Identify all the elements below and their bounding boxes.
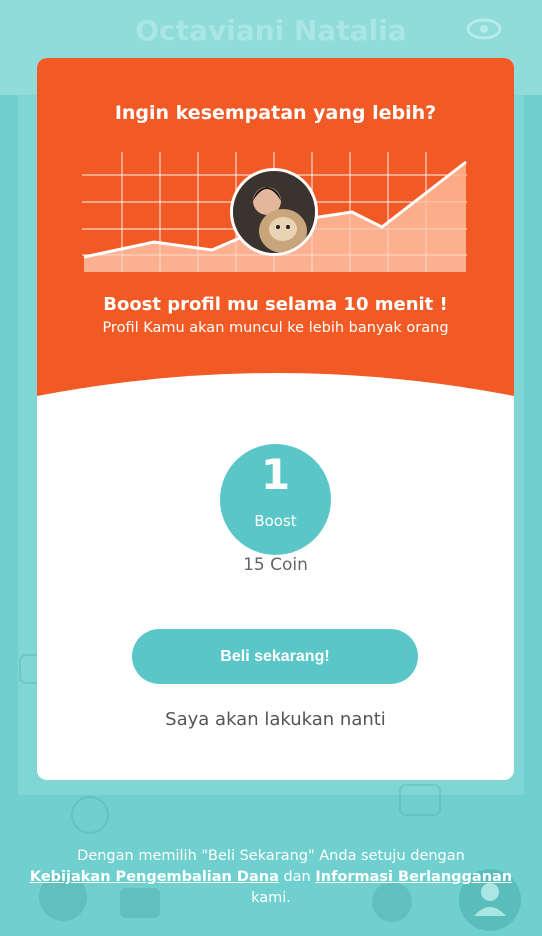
boost-subline: Profil Kamu akan muncul ke lebih banyak … [102,320,449,336]
terms-middle: dan [283,869,311,885]
boost-modal: Ingin kesempatan yang lebih? Boost profi… [37,58,514,780]
background-profile-name: Octaviani Natalia [135,14,407,47]
modal-title: Ingin kesempatan yang lebih? [114,102,437,124]
refund-policy-link[interactable]: Kebijakan Pengembalian Dana [30,869,279,885]
terms-notice: Dengan memilih "Beli Sekarang" Anda setu… [20,846,522,909]
subscription-info-link[interactable]: Informasi Berlangganan [315,869,512,885]
terms-suffix: kami. [251,890,291,906]
boost-package[interactable]: 1 Boost [220,444,331,555]
boost-label: Boost [254,512,297,530]
boost-count: 1 [260,450,291,499]
boost-price: 15 Coin [243,555,308,575]
eye-icon [466,18,502,44]
terms-prefix: Dengan memilih "Beli Sekarang" Anda setu… [77,848,465,864]
buy-now-button[interactable]: Beli sekarang! [132,629,418,684]
boost-headline: Boost profil mu selama 10 menit ! [103,294,448,315]
profile-avatar [230,168,318,256]
do-it-later-link[interactable]: Saya akan lakukan nanti [37,709,514,730]
